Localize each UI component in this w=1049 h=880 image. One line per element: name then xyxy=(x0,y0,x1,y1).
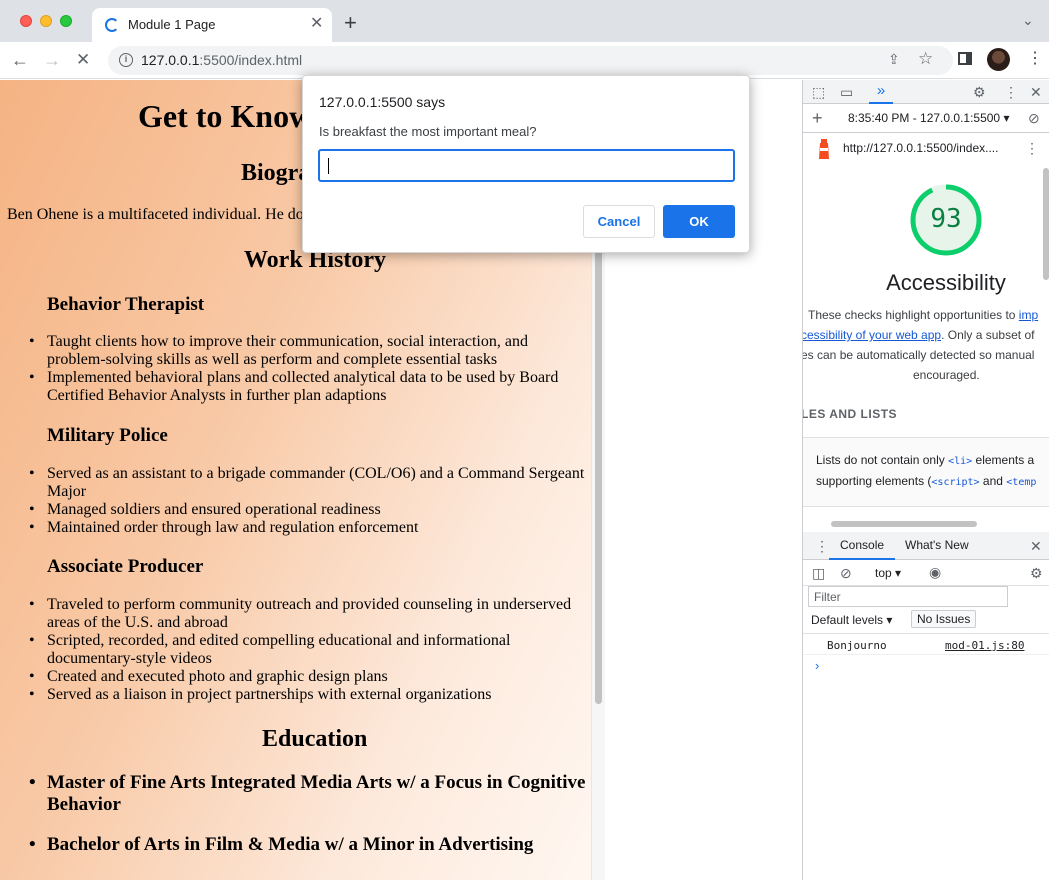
list-item: Master of Fine Arts Integrated Media Art… xyxy=(29,772,587,816)
job-duties-list: Traveled to perform community outreach a… xyxy=(29,596,587,704)
share-icon[interactable]: ⇪ xyxy=(888,51,900,68)
close-window-button[interactable] xyxy=(20,15,32,27)
tab-console[interactable]: Console xyxy=(829,532,896,560)
new-report-plus-icon[interactable]: + xyxy=(812,109,823,127)
report-url: http://127.0.0.1:5500/index.... xyxy=(843,141,999,155)
audit-item[interactable]: Lists do not contain only <li> elements … xyxy=(803,437,1049,507)
close-drawer-icon[interactable]: ✕ xyxy=(1030,538,1042,554)
list-item: Bachelor of Arts in Film & Media w/ a Mi… xyxy=(29,834,587,856)
job-duties-list: Served as an assistant to a brigade comm… xyxy=(29,465,587,537)
device-toolbar-icon[interactable]: ▭ xyxy=(840,84,853,100)
devtools-main-toolbar: ⬚ ▭ » ⚙ ⋮ ✕ xyxy=(803,80,1049,104)
accessibility-score: 93 xyxy=(930,204,962,234)
log-levels-dropdown[interactable]: Default levels ▾ xyxy=(811,613,892,627)
list-item: Maintained order through law and regulat… xyxy=(29,519,587,537)
back-arrow-icon[interactable]: ← xyxy=(11,50,29,70)
bookmark-star-icon[interactable]: ☆ xyxy=(918,49,933,69)
console-prompt-chevron-icon[interactable]: › xyxy=(815,658,819,673)
list-item: Served as an assistant to a brigade comm… xyxy=(29,465,587,501)
list-item: Managed soldiers and ensured operational… xyxy=(29,501,587,519)
log-source-link[interactable]: mod-01.js:80 xyxy=(945,639,1024,652)
list-item: Served as a liaison in project partnersh… xyxy=(29,686,587,704)
prompt-dialog: 127.0.0.1:5500 says Is breakfast the mos… xyxy=(302,75,750,253)
stop-loading-icon[interactable]: ✕ xyxy=(76,50,90,70)
biography-text: Ben Ohene is a multifaceted individual. … xyxy=(7,206,304,223)
lighthouse-logo-icon xyxy=(819,139,829,159)
biography-heading: Biogra xyxy=(241,160,311,186)
category-description: es can be automatically detected so manu… xyxy=(802,348,1035,362)
job-duties-list: Taught clients how to improve their comm… xyxy=(29,333,587,405)
sidebar-toggle-icon[interactable]: ◫ xyxy=(812,565,825,581)
close-tab-icon[interactable]: ✕ xyxy=(310,15,323,33)
dialog-input[interactable] xyxy=(318,149,735,182)
audit-group-heading: LES AND LISTS xyxy=(802,407,898,421)
education-heading: Education xyxy=(262,726,368,752)
devtools-panel: ⬚ ▭ » ⚙ ⋮ ✕ + 8:35:40 PM - 127.0.0.1:550… xyxy=(802,80,1049,880)
audit-text: Lists do not contain only <li> elements … xyxy=(816,453,1035,467)
clear-reports-icon[interactable]: ⊘ xyxy=(1028,110,1040,126)
job-title: Associate Producer xyxy=(47,556,204,577)
context-selector[interactable]: top ▾ xyxy=(875,565,901,581)
accessibility-link[interactable]: cessibility of your web app xyxy=(803,328,941,342)
address-bar[interactable]: i 127.0.0.1:5500/index.html ⇪ ☆ xyxy=(108,46,953,75)
tab-title: Module 1 Page xyxy=(128,17,216,32)
horizontal-scrollbar[interactable] xyxy=(831,521,977,527)
browser-menu-icon[interactable]: ⋮ xyxy=(1027,50,1043,68)
page-title: Get to Know xyxy=(138,98,313,134)
page-scrollbar-thumb[interactable] xyxy=(595,250,602,704)
inspect-element-icon[interactable]: ⬚ xyxy=(812,84,825,100)
education-list: Master of Fine Arts Integrated Media Art… xyxy=(29,772,587,874)
issues-button[interactable]: No Issues xyxy=(911,610,977,628)
tab-whats-new[interactable]: What's New xyxy=(905,538,969,552)
log-message: Bonjourno xyxy=(827,639,887,652)
tab-search-chevron-icon[interactable]: ⌄ xyxy=(1022,12,1034,29)
site-info-icon[interactable]: i xyxy=(119,53,133,67)
category-description: cessibility of your web app. Only a subs… xyxy=(802,328,1035,342)
cancel-button[interactable]: Cancel xyxy=(583,205,655,238)
category-description: These checks highlight opportunities to … xyxy=(808,308,1039,322)
list-item: Traveled to perform community outreach a… xyxy=(29,596,587,632)
list-item: Implemented behavioral plans and collect… xyxy=(29,369,587,405)
report-menu-icon[interactable]: ⋮ xyxy=(1025,140,1039,156)
close-devtools-icon[interactable]: ✕ xyxy=(1030,84,1042,100)
console-filter-input[interactable]: Filter xyxy=(808,586,1008,607)
vertical-scrollbar[interactable] xyxy=(1043,168,1049,280)
devtools-menu-icon[interactable]: ⋮ xyxy=(1004,84,1018,100)
job-title: Military Police xyxy=(47,425,168,446)
learn-more-link[interactable]: imp xyxy=(1019,308,1038,322)
live-expression-eye-icon[interactable]: ◉ xyxy=(929,564,941,580)
side-panel-icon[interactable] xyxy=(958,52,972,65)
dialog-title: 127.0.0.1:5500 says xyxy=(319,94,446,110)
tab-bar: Module 1 Page ✕ + ⌄ xyxy=(0,0,1049,42)
new-tab-icon[interactable]: + xyxy=(344,12,357,34)
list-item: Created and executed photo and graphic d… xyxy=(29,668,587,686)
text-caret xyxy=(328,158,329,174)
browser-toolbar: ← → ✕ i 127.0.0.1:5500/index.html ⇪ ☆ xyxy=(0,42,1049,79)
list-item: Taught clients how to improve their comm… xyxy=(29,333,587,369)
console-settings-gear-icon[interactable]: ⚙ xyxy=(1030,565,1043,581)
forward-arrow-icon[interactable]: → xyxy=(43,50,61,70)
drawer-menu-icon[interactable]: ⋮ xyxy=(815,538,829,554)
more-tabs-icon[interactable]: » xyxy=(869,80,893,104)
url-text: 127.0.0.1:5500/index.html xyxy=(141,52,303,68)
lighthouse-toolbar: + 8:35:40 PM - 127.0.0.1:5500 ▾ ⊘ xyxy=(803,104,1049,133)
console-log-row: Bonjourno mod-01.js:80 xyxy=(803,633,1049,655)
list-item: Scripted, recorded, and edited compellin… xyxy=(29,632,587,668)
drawer-tabs: ⋮ Console What's New ✕ xyxy=(803,532,1049,560)
profile-avatar[interactable] xyxy=(987,48,1010,71)
report-selector[interactable]: 8:35:40 PM - 127.0.0.1:5500 ▾ xyxy=(848,111,1009,125)
browser-tab[interactable]: Module 1 Page ✕ xyxy=(92,8,332,42)
zoom-window-button[interactable] xyxy=(60,15,72,27)
ok-button[interactable]: OK xyxy=(663,205,735,238)
loading-spinner-icon xyxy=(105,18,119,32)
minimize-window-button[interactable] xyxy=(40,15,52,27)
console-toolbar: ◫ ⊘ top ▾ ◉ ⚙ xyxy=(803,560,1049,586)
category-title: Accessibility xyxy=(886,270,1006,295)
job-title: Behavior Therapist xyxy=(47,294,205,315)
audit-text: supporting elements (<script> and <temp xyxy=(816,474,1037,488)
clear-console-icon[interactable]: ⊘ xyxy=(840,565,852,581)
settings-gear-icon[interactable]: ⚙ xyxy=(973,84,986,100)
dialog-message: Is breakfast the most important meal? xyxy=(319,124,537,139)
category-description: encouraged. xyxy=(913,368,980,382)
